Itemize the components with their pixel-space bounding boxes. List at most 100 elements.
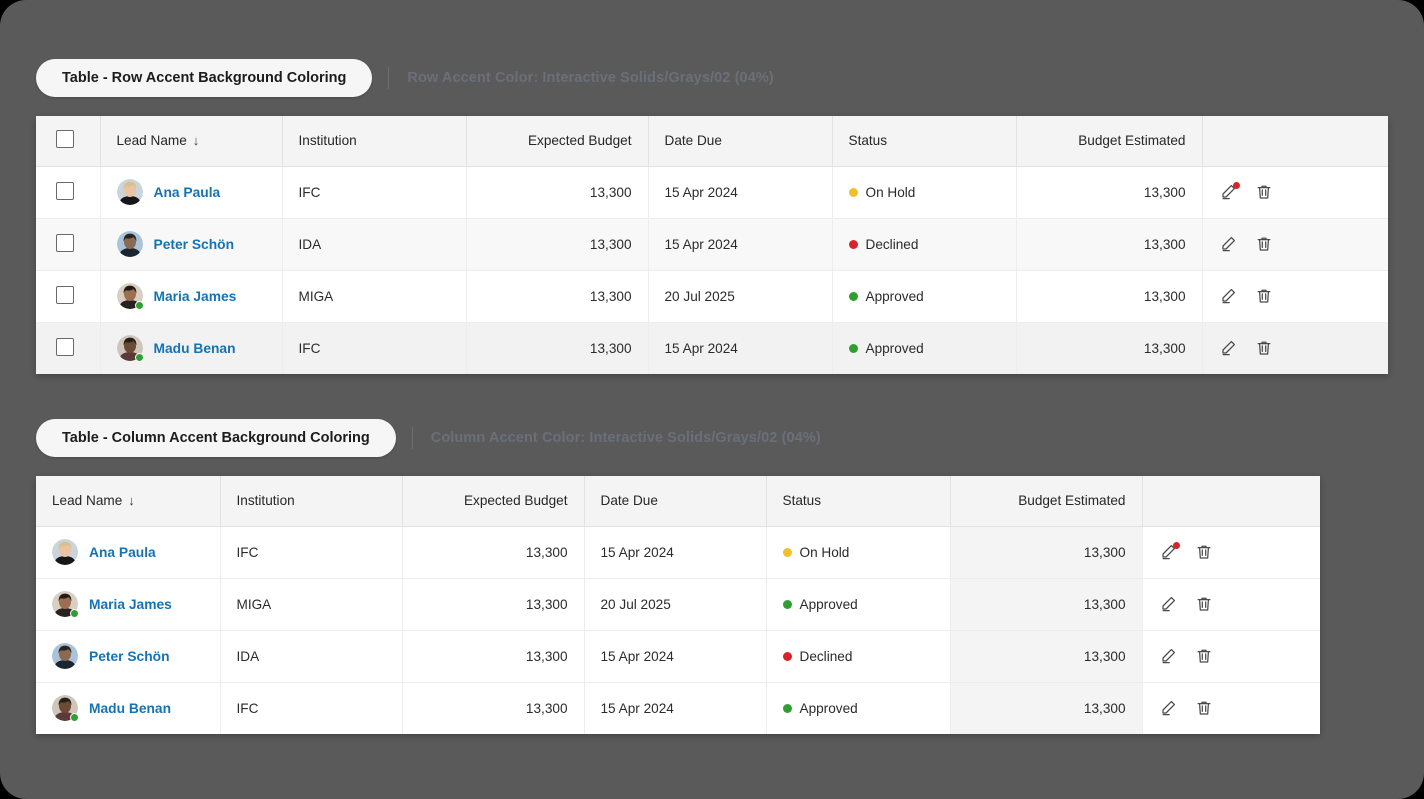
checkbox-icon-select-all[interactable] xyxy=(56,130,74,149)
avatar-image xyxy=(52,539,78,565)
cell-actions xyxy=(1202,322,1388,374)
table-row[interactable]: Ana Paula IFC 13,300 15 Apr 2024 On Hold 13,3… xyxy=(36,166,1388,219)
cell-status: Declined xyxy=(766,630,951,683)
pencil-icon[interactable] xyxy=(1219,287,1237,305)
lead-name-link[interactable]: Ana Paula xyxy=(89,545,156,560)
trash-icon[interactable] xyxy=(1195,699,1213,717)
table-card-row-accent: Lead Name ↓ Institution Expected Budget D… xyxy=(36,116,1388,374)
lead-name-link[interactable]: Ana Paula xyxy=(154,185,221,200)
table-row[interactable]: Peter Schön IDA 13,300 15 Apr 2024 Declined 1… xyxy=(36,630,1320,683)
header-status[interactable]: Status xyxy=(832,116,1017,167)
lead-name-link[interactable]: Madu Benan xyxy=(89,701,171,716)
header-institution[interactable]: Institution xyxy=(282,116,467,167)
cell-lead-name: Madu Benan xyxy=(100,322,283,374)
sort-desc-icon[interactable]: ↓ xyxy=(128,493,135,508)
cell-institution: IFC xyxy=(220,526,403,579)
table-row[interactable]: Maria James MIGA 13,300 20 Jul 2025 Approved… xyxy=(36,578,1320,631)
pencil-icon[interactable] xyxy=(1219,339,1237,357)
table-row[interactable]: Maria James MIGA 13,300 20 Jul 2025 Approved… xyxy=(36,270,1388,323)
trash-icon[interactable] xyxy=(1255,235,1273,253)
checkbox-icon-row[interactable] xyxy=(56,337,74,356)
cell-institution: IDA xyxy=(282,218,467,271)
status-dot-approved xyxy=(782,703,792,713)
section-chip-row-accent: Table - Row Accent Background Coloring xyxy=(36,59,373,97)
trash-icon[interactable] xyxy=(1255,183,1273,201)
sort-desc-icon[interactable]: ↓ xyxy=(193,133,200,148)
lead-name-link[interactable]: Madu Benan xyxy=(154,341,236,356)
cell-actions xyxy=(1202,270,1388,323)
checkbox-icon-row[interactable] xyxy=(56,233,74,252)
cell-budget-estimated: 13,300 xyxy=(950,682,1143,734)
row-actions xyxy=(1219,287,1373,305)
chip-divider xyxy=(388,67,390,89)
trash-icon[interactable] xyxy=(1255,287,1273,305)
header-lead-name[interactable]: Lead Name ↓ xyxy=(100,116,283,167)
cell-lead-name: Peter Schön xyxy=(100,218,283,271)
trash-icon[interactable] xyxy=(1195,543,1213,561)
table-row[interactable]: Madu Benan IFC 13,300 15 Apr 2024 Approved 13… xyxy=(36,682,1320,734)
pencil-icon[interactable] xyxy=(1219,182,1240,201)
lead-name-cell: Maria James xyxy=(116,283,266,310)
row-actions xyxy=(1159,595,1305,613)
avatar-maria-james xyxy=(52,591,79,618)
presence-online-indicator xyxy=(134,353,144,363)
table-row[interactable]: Peter Schön IDA 13,300 15 Apr 2024 Declined 1… xyxy=(36,218,1388,271)
cell-status: Approved xyxy=(766,682,951,734)
cell-expected-budget: 13,300 xyxy=(402,630,585,683)
row-select-cell[interactable] xyxy=(36,218,101,271)
avatar-image xyxy=(116,231,143,257)
header-expected-budget[interactable]: Expected Budget xyxy=(402,476,585,527)
lead-name-link[interactable]: Maria James xyxy=(154,289,237,304)
lead-name-link[interactable]: Peter Schön xyxy=(89,649,170,664)
row-select-cell[interactable] xyxy=(36,166,101,219)
lead-name-link[interactable]: Peter Schön xyxy=(154,237,235,252)
header-lead-name[interactable]: Lead Name ↓ xyxy=(36,476,221,527)
pencil-icon[interactable] xyxy=(1219,235,1237,253)
status-label: Declined xyxy=(799,648,853,664)
row-select-cell[interactable] xyxy=(36,270,101,323)
pencil-icon[interactable] xyxy=(1159,647,1177,665)
status-dot-approved xyxy=(848,291,858,301)
checkbox-icon-row[interactable] xyxy=(56,181,74,200)
header-actions xyxy=(1202,116,1388,167)
header-expected-budget[interactable]: Expected Budget xyxy=(466,116,649,167)
trash-icon[interactable] xyxy=(1255,339,1273,357)
lead-name-cell: Madu Benan xyxy=(52,695,204,723)
lead-name-link[interactable]: Maria James xyxy=(89,597,172,612)
table-body-row-accent: Ana Paula IFC 13,300 15 Apr 2024 On Hold 13,3… xyxy=(36,166,1388,374)
header-budget-estimated[interactable]: Budget Estimated xyxy=(1016,116,1203,167)
status-badge: Declined xyxy=(782,648,934,664)
table-row[interactable]: Ana Paula IFC 13,300 15 Apr 2024 On Hold 13,3… xyxy=(36,526,1320,579)
header-date-due[interactable]: Date Due xyxy=(584,476,767,527)
row-select-cell[interactable] xyxy=(36,322,101,374)
header-select-all[interactable] xyxy=(36,116,101,167)
cell-date-due: 15 Apr 2024 xyxy=(584,630,767,683)
section-note-column-accent: Column Accent Color: Interactive Solids/… xyxy=(430,430,821,446)
cell-budget-estimated: 13,300 xyxy=(950,526,1143,579)
table-row[interactable]: Madu Benan IFC 13,300 15 Apr 2024 Approved 13… xyxy=(36,322,1388,374)
header-date-due[interactable]: Date Due xyxy=(648,116,833,167)
cell-date-due: 20 Jul 2025 xyxy=(648,270,833,323)
avatar-image xyxy=(52,643,78,669)
status-badge: Approved xyxy=(782,597,934,612)
header-actions xyxy=(1142,476,1320,527)
checkbox-icon-row[interactable] xyxy=(56,285,74,304)
cell-lead-name: Ana Paula xyxy=(36,526,221,579)
pencil-icon[interactable] xyxy=(1159,595,1177,613)
cell-status: On Hold xyxy=(766,526,951,579)
cell-actions xyxy=(1142,630,1320,683)
cell-institution: IDA xyxy=(220,630,403,683)
avatar-madu-benan xyxy=(52,695,79,723)
row-actions xyxy=(1219,182,1373,201)
lead-name-cell: Ana Paula xyxy=(52,539,204,565)
header-institution[interactable]: Institution xyxy=(220,476,403,527)
header-budget-estimated[interactable]: Budget Estimated xyxy=(950,476,1143,527)
trash-icon[interactable] xyxy=(1195,647,1213,665)
status-label: On Hold xyxy=(865,184,916,200)
header-status[interactable]: Status xyxy=(766,476,951,527)
section-label-column-accent: Table - Column Accent Background Colorin… xyxy=(36,419,821,457)
header-row: Lead Name ↓ Institution Expected Budget D… xyxy=(36,116,1388,167)
pencil-icon[interactable] xyxy=(1159,699,1177,717)
trash-icon[interactable] xyxy=(1195,595,1213,613)
pencil-icon[interactable] xyxy=(1159,542,1180,561)
